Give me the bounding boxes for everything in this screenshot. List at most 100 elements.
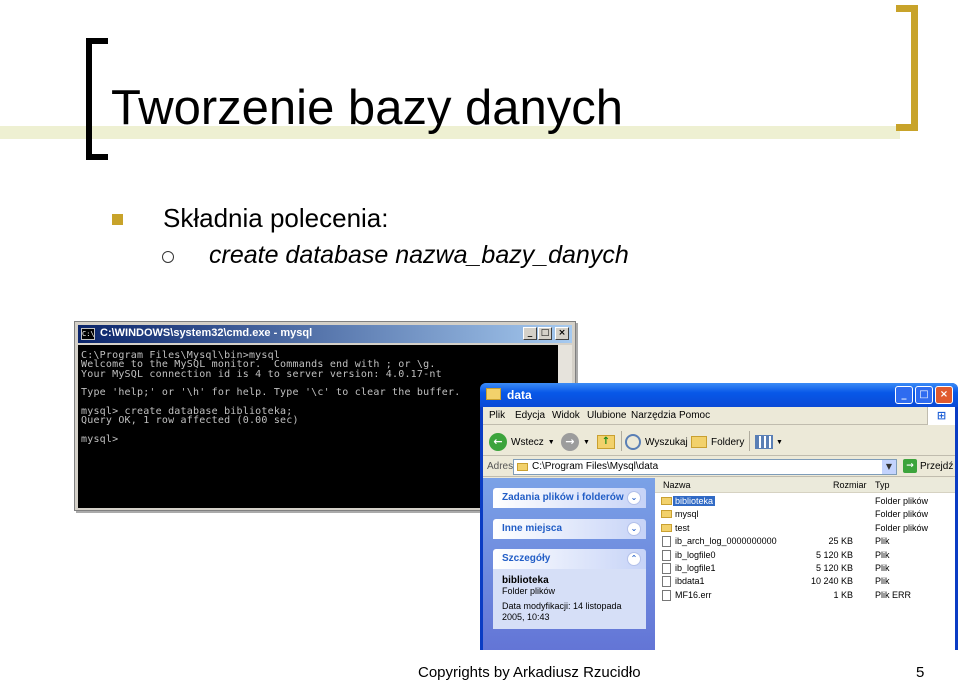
file-row[interactable]: ib_logfile1 5 120 KB Plik	[655, 562, 955, 575]
details-panel-header[interactable]: Szczegóły ⌃	[493, 549, 646, 569]
file-name: MF16.err	[675, 589, 712, 600]
maximize-button[interactable]: □	[915, 386, 933, 404]
back-label: Wstecz	[511, 436, 544, 448]
folder-icon	[517, 463, 528, 471]
tasks-panel-header[interactable]: Zadania plików i folderów ⌄	[493, 488, 646, 508]
file-row[interactable]: mysql Folder plików	[655, 508, 955, 521]
sub-bullet-text: create database nazwa_bazy_danych	[209, 241, 629, 269]
menu-edit[interactable]: Edycja	[515, 410, 545, 421]
file-icon	[662, 549, 671, 561]
address-label: Adres	[487, 461, 514, 472]
file-name: ib_arch_log_0000000000	[675, 536, 777, 547]
back-arrow-icon: ←	[489, 433, 507, 451]
maximize-button[interactable]: □	[538, 327, 552, 340]
task-pane: Zadania plików i folderów ⌄ Inne miejsca…	[483, 478, 655, 650]
details-modified: Data modyfikacji: 14 listopada 2005, 10:…	[502, 601, 622, 622]
close-button[interactable]: ×	[555, 327, 569, 340]
file-type: Folder plików	[875, 522, 929, 533]
file-type: Folder plików	[875, 509, 929, 520]
places-panel-title: Inne miejsca	[502, 523, 563, 534]
right-bracket-decoration	[896, 5, 918, 131]
footer: Copyrights by Arkadiusz Rzucidło	[418, 664, 641, 681]
toolbar: ← Wstecz ▼ → ▼ ↑ Wyszukaj Foldery ▼	[483, 426, 955, 456]
menu-file[interactable]: Plik	[489, 410, 505, 421]
go-arrow-icon: →	[903, 459, 917, 473]
minimize-button[interactable]: _	[523, 327, 537, 340]
back-button[interactable]: ← Wstecz ▼	[489, 431, 555, 453]
circle-bullet-icon	[162, 251, 174, 263]
menu-bar: Plik Edycja Widok Ulubione Narzędzia Pom…	[483, 407, 955, 425]
up-folder-icon: ↑	[597, 435, 615, 449]
file-name: biblioteka	[673, 496, 716, 506]
file-size: 5 120 KB	[815, 563, 853, 573]
up-folder-button[interactable]: ↑	[597, 431, 615, 453]
places-panel-header[interactable]: Inne miejsca ⌄	[493, 519, 646, 539]
chevron-down-icon[interactable]: ⌄	[627, 491, 641, 505]
file-icon	[662, 536, 671, 548]
address-bar: Adres C:\Program Files\Mysql\data ▼ → Pr…	[483, 457, 955, 477]
file-row[interactable]: ib_arch_log_0000000000 25 KB Plik	[655, 535, 955, 548]
file-name: ib_logfile0	[675, 549, 716, 560]
cmd-title-bar[interactable]: C:\ C:\WINDOWS\system32\cmd.exe - mysql …	[78, 325, 572, 343]
file-size: 1 KB	[833, 589, 853, 600]
forward-arrow-icon: →	[561, 433, 579, 451]
menu-tools[interactable]: Narzędzia	[631, 410, 676, 421]
explorer-title-bar[interactable]: data _ □ ×	[480, 383, 958, 407]
file-row[interactable]: MF16.err 1 KB Plik ERR	[655, 589, 955, 602]
folder-icon	[661, 497, 672, 505]
details-panel: Szczegóły ⌃ biblioteka Folder plików Dat…	[493, 549, 646, 629]
console-line: Your MySQL connection id is 4 to server …	[81, 368, 442, 380]
menu-help[interactable]: Pomoc	[679, 410, 710, 421]
forward-button[interactable]: → ▼	[561, 431, 590, 453]
file-row[interactable]: ibdata1 10 240 KB Plik	[655, 575, 955, 588]
places-panel: Inne miejsca ⌄	[493, 519, 646, 539]
page-number: 5	[916, 664, 925, 681]
folders-label: Foldery	[711, 436, 745, 448]
chevron-down-icon: ▼	[547, 438, 555, 446]
file-name: ib_logfile1	[675, 563, 716, 573]
column-name[interactable]: Nazwa	[663, 480, 691, 490]
toolbar-separator	[621, 431, 622, 451]
chevron-down-icon[interactable]: ⌄	[627, 522, 641, 536]
close-button[interactable]: ×	[935, 386, 953, 404]
file-type: Plik	[875, 576, 890, 587]
menu-favorites[interactable]: Ulubione	[587, 410, 626, 421]
bullet-text: Składnia polecenia:	[163, 203, 389, 233]
go-button[interactable]: → Przejdź	[903, 459, 953, 473]
details-panel-body: biblioteka Folder plików Data modyfikacj…	[493, 569, 646, 629]
square-bullet-icon	[112, 214, 123, 225]
file-size: 5 120 KB	[815, 549, 853, 560]
explorer-window: data _ □ × Plik Edycja Widok Ulubione Na…	[480, 383, 958, 650]
file-row[interactable]: test Folder plików	[655, 522, 955, 535]
chevron-down-icon: ▼	[776, 438, 783, 446]
minimize-button[interactable]: _	[895, 386, 913, 404]
details-type: Folder plików	[502, 586, 556, 596]
details-name: biblioteka	[502, 575, 549, 586]
file-type: Plik	[875, 536, 890, 547]
search-button[interactable]: Wyszukaj	[625, 431, 688, 453]
tasks-panel-title: Zadania plików i folderów	[502, 492, 624, 503]
file-type: Plik	[875, 563, 890, 573]
file-icon	[662, 589, 671, 601]
file-row[interactable]: ib_logfile0 5 120 KB Plik	[655, 549, 955, 562]
address-input[interactable]: C:\Program Files\Mysql\data ▼	[513, 459, 897, 475]
file-name: test	[675, 522, 690, 533]
tasks-panel: Zadania plików i folderów ⌄	[493, 488, 646, 508]
chevron-up-icon[interactable]: ⌃	[627, 552, 641, 566]
file-list-header: Nazwa Rozmiar Typ	[655, 478, 955, 493]
file-row[interactable]: biblioteka Folder plików	[655, 495, 955, 508]
column-size[interactable]: Rozmiar	[833, 480, 867, 490]
file-list: Nazwa Rozmiar Typ biblioteka Folder plikó…	[655, 478, 955, 650]
chevron-down-icon[interactable]: ▼	[882, 460, 896, 474]
file-icon	[662, 576, 671, 588]
folders-button[interactable]: Foldery	[691, 431, 744, 453]
chevron-down-icon: ▼	[583, 438, 590, 446]
views-button[interactable]: ▼	[755, 431, 783, 453]
search-label: Wyszukaj	[645, 436, 688, 448]
address-path: C:\Program Files\Mysql\data	[532, 461, 659, 472]
folder-icon	[661, 523, 672, 532]
details-panel-title: Szczegóły	[502, 553, 551, 564]
column-type[interactable]: Typ	[875, 480, 890, 490]
file-name: mysql	[675, 509, 699, 520]
menu-view[interactable]: Widok	[552, 410, 580, 421]
